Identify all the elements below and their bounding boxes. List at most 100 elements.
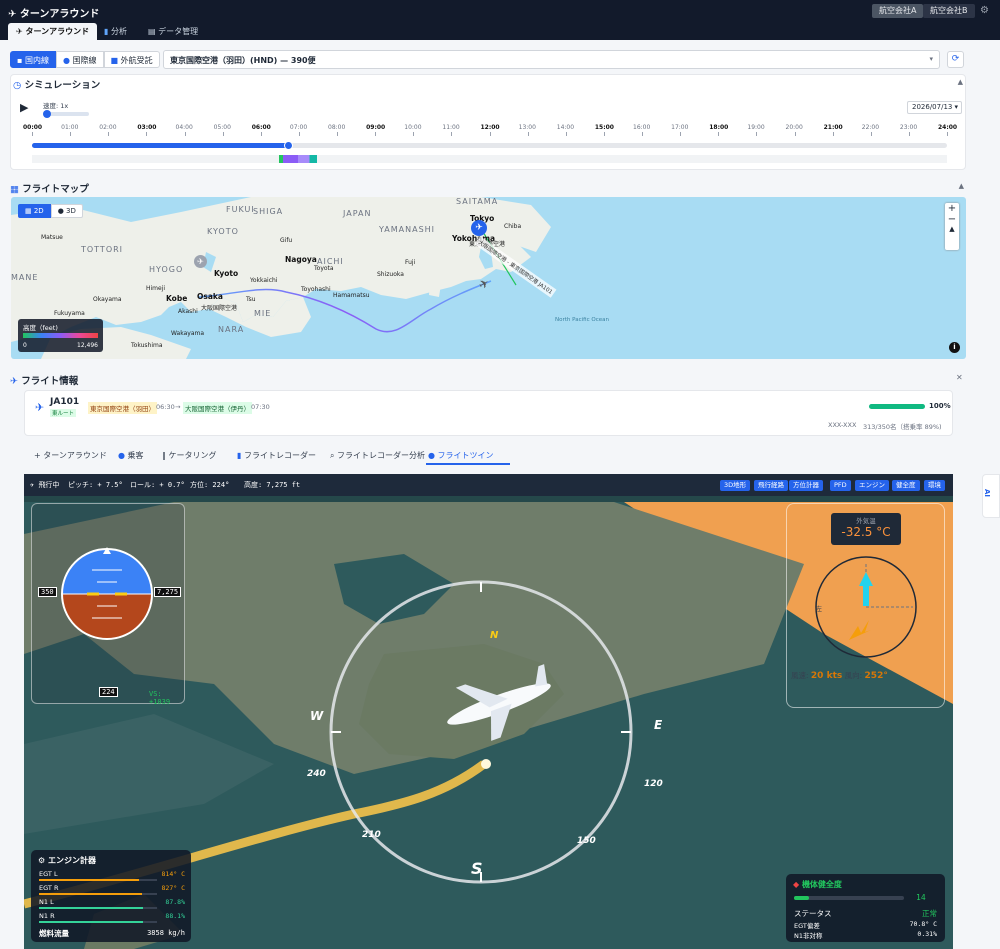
map-label-hyogo: HYOGO: [149, 265, 184, 274]
segment-domestic[interactable]: ▪ 国内線: [10, 51, 56, 68]
map-label-toyohashi: Toyohashi: [301, 286, 331, 293]
mode-3d-button[interactable]: ● 3D: [50, 204, 83, 218]
company-a-button[interactable]: 航空会社A: [872, 4, 924, 18]
speed-slider[interactable]: [43, 110, 89, 118]
tab-data-management[interactable]: ▤ データ管理: [140, 23, 206, 40]
flight-card[interactable]: ✈ JA101 東ルート 東京国際空港（羽田） 06:30 → 大阪国際空港（伊…: [24, 390, 953, 436]
engine-title-text: エンジン計器: [47, 856, 96, 865]
toggle-heading-gauge[interactable]: 方位計器: [789, 480, 823, 491]
oat-label: 外気温: [856, 517, 876, 525]
date-select[interactable]: 2026/07/13 ▾: [907, 101, 962, 114]
event-track: [32, 155, 947, 163]
plane-icon: ✈: [16, 27, 26, 36]
toggle-3d-terrain[interactable]: 3D地形: [720, 480, 751, 491]
subtab-recorder-analysis[interactable]: ⌕ フライトレコーダー分析: [330, 450, 425, 461]
timeline-tick-mark: [146, 132, 148, 136]
health-title: ◆ 機体健全度: [793, 879, 842, 890]
timeline-tick: 01:00: [61, 124, 79, 131]
timeline-tick: 06:00: [251, 124, 271, 131]
legend-gradient: [23, 333, 98, 338]
building-icon: ■: [110, 56, 121, 65]
timeline-tick-mark: [184, 132, 186, 136]
subtab-flight-twin[interactable]: ● フライトツイン: [428, 450, 494, 461]
attitude-indicator: [61, 547, 153, 640]
segment-foreign-contract[interactable]: ■ 外航受託: [103, 51, 160, 68]
compass-reset-button[interactable]: ▲: [945, 225, 959, 233]
map-label-akashi: Akashi: [178, 308, 198, 315]
timeline-tick: 17:00: [671, 124, 689, 131]
timeline-tick-mark: [680, 132, 682, 136]
gear-icon[interactable]: ⚙: [980, 5, 989, 16]
tab-data-management-label: データ管理: [158, 27, 199, 36]
flight-select-value: 東京国際空港（羽田）(HND) — 390便: [170, 56, 316, 65]
plane-icon: ✈: [8, 9, 20, 20]
refresh-button[interactable]: ⟳: [947, 51, 964, 68]
toggle-environment[interactable]: 環境: [924, 480, 945, 491]
flight-twin-view[interactable]: N E S W 240 210 150 120 ✈ 飛行中 ピッチ: + 7.5° ロール: …: [24, 474, 953, 949]
ai-assistant-tab[interactable]: AI: [982, 474, 1000, 518]
toggle-pfd[interactable]: PFD: [830, 480, 851, 491]
map-label-tsu: Tsu: [246, 296, 256, 303]
engine-row-label: N1 R: [39, 912, 55, 920]
collapse-icon[interactable]: ▲: [959, 182, 964, 190]
pfd-speed: 350: [38, 587, 57, 597]
top-bar: ✈ ターンアラウンド ✈ ターンアラウンド ▮ 分析 ▤ データ管理 航空会社A…: [0, 0, 1000, 40]
event-bar[interactable]: [279, 155, 317, 163]
map-label-japan: JAPAN: [343, 209, 372, 218]
subtab-turnaround[interactable]: + ターンアラウンド: [34, 450, 107, 461]
segment-domestic-label: 国内線: [24, 56, 49, 65]
timeline-handle[interactable]: [284, 141, 294, 150]
flight-map[interactable]: ▦ 2D ● 3D + − ▲ i 高度（feet) 0 12,496 JAPA…: [11, 197, 966, 359]
timeline-tick-mark: [260, 132, 262, 136]
speed-slider-handle[interactable]: [43, 110, 51, 118]
zoom-out-button[interactable]: −: [945, 214, 959, 225]
map-label-himeji: Himeji: [146, 285, 166, 292]
timeline-tick: 00:00: [23, 124, 43, 131]
engine-bar-fill: [39, 893, 142, 895]
flag-icon: ▪: [17, 56, 25, 65]
timeline-tick: 02:00: [99, 124, 117, 131]
map-label-gifu: Gifu: [280, 237, 293, 244]
flight-select[interactable]: 東京国際空港（羽田）(HND) — 390便 ▾: [163, 50, 940, 69]
toggle-engine[interactable]: エンジン: [855, 480, 889, 491]
wind-dir-value: 252°: [864, 671, 888, 681]
toggle-flight-path[interactable]: 飛行経路: [754, 480, 788, 491]
play-button[interactable]: ▶: [20, 101, 28, 114]
flight-map-title: ▦ フライトマップ: [10, 181, 89, 195]
pfd-heading: 224: [99, 687, 118, 697]
itami-marker[interactable]: ✈: [194, 255, 207, 268]
altitude-readout: 高度: 7,275 ft: [244, 481, 301, 489]
timeline-tick-mark: [908, 132, 910, 136]
chart-icon: ▮: [104, 27, 111, 36]
zoom-in-button[interactable]: +: [945, 203, 959, 214]
database-icon: ▤: [148, 27, 159, 36]
roll-readout: ロール: + 0.7°: [130, 481, 185, 489]
timeline-tick: 07:00: [289, 124, 308, 131]
health-panel: ◆ 機体健全度 14 ステータス 正常 EGT偏差 70.8° C N1非対称 …: [786, 874, 945, 942]
timeline-track[interactable]: [32, 141, 947, 150]
app-title-text: ターンアラウンド: [19, 9, 100, 20]
subtab-flight-recorder[interactable]: ▮ フライトレコーダー: [237, 450, 316, 461]
timeline-tick-mark: [108, 132, 110, 136]
subtab-catering-label: ケータリング: [168, 451, 217, 460]
close-icon[interactable]: ✕: [956, 373, 963, 382]
timeline-tick: 18:00: [709, 124, 729, 131]
n1-asymmetry-value: 0.31%: [917, 930, 937, 938]
subtab-active-indicator: [426, 463, 510, 465]
segment-international[interactable]: ● 国際線: [55, 51, 104, 68]
engine-bar-fill: [39, 921, 143, 923]
timeline-tick: 24:00: [938, 124, 958, 131]
tab-analysis[interactable]: ▮ 分析: [96, 23, 135, 40]
tab-turnaround[interactable]: ✈ ターンアラウンド: [8, 23, 98, 40]
altitude-legend: 高度（feet) 0 12,496: [18, 319, 103, 352]
subtab-catering[interactable]: ‖ ケータリング: [162, 450, 217, 461]
compass-label-t150: 150: [577, 836, 596, 846]
mode-2d-button[interactable]: ▦ 2D: [18, 204, 51, 218]
haneda-marker[interactable]: ✈: [471, 220, 487, 236]
company-b-button[interactable]: 航空会社B: [923, 4, 975, 18]
segment-foreign-contract-label: 外航受託: [120, 56, 153, 65]
toggle-health[interactable]: 健全度: [892, 480, 920, 491]
subtab-passengers[interactable]: ● 乗客: [118, 450, 144, 461]
info-button[interactable]: i: [949, 342, 960, 353]
collapse-icon[interactable]: ▲: [958, 78, 963, 86]
